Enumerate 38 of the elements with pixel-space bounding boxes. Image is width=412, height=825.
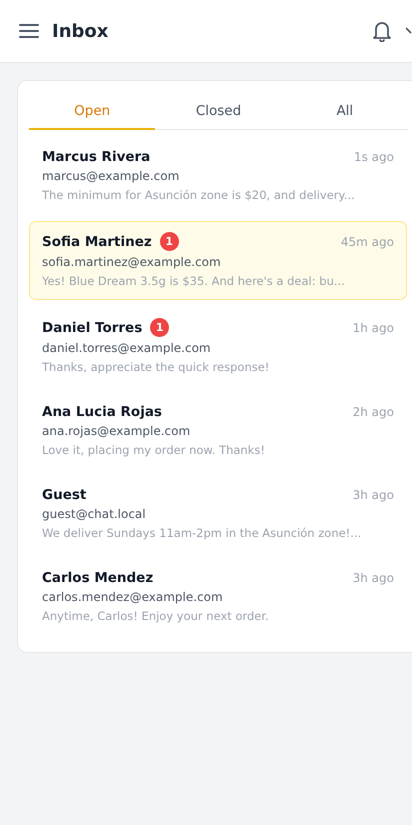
contact-email: carlos.mendez@example.com — [42, 590, 224, 604]
bell-icon[interactable] — [372, 20, 392, 42]
page-title: Inbox — [52, 20, 110, 42]
contact-email: sofia.martinez@example.com — [42, 255, 222, 269]
contact-name: Marcus Rivera — [42, 149, 150, 165]
message-preview: The minimum for Asunción zone is $20, and delivery... — [42, 188, 356, 202]
conversation-item[interactable]: Ana Lucia Rojas 2h ago ana.rojas@example.com Love it, placing my order now. Thanks! — [29, 393, 407, 469]
conversation-item[interactable]: Sofia Martinez 1 45m ago sofia.martinez@example.com Yes! Blue Dream 3.5g is $35. And here's a deal: bu... — [29, 221, 407, 300]
contact-name: Sofia Martinez — [42, 234, 152, 250]
contact-name: Guest — [42, 487, 86, 503]
timestamp: 3h ago — [352, 488, 394, 502]
conversation-item[interactable]: Daniel Torres 1 1h ago daniel.torres@example.com Thanks, appreciate the quick response! — [29, 307, 407, 386]
contact-email: ana.rojas@example.com — [42, 424, 192, 438]
timestamp: 1h ago — [352, 320, 394, 334]
tab[interactable]: Closed — [155, 93, 282, 130]
conversation-item[interactable]: Carlos Mendez 3h ago carlos.mendez@example.com Anytime, Carlos! Enjoy your next order. — [29, 559, 407, 635]
timestamp: 1s ago — [354, 150, 394, 164]
contact-name: Daniel Torres — [42, 320, 142, 336]
contact-email: marcus@example.com — [42, 169, 180, 183]
message-preview: Thanks, appreciate the quick response! — [42, 360, 270, 374]
timestamp: 3h ago — [352, 571, 394, 585]
message-preview: We deliver Sundays 11am-2pm in the Asunción zone!... — [42, 526, 362, 540]
chevron-icon[interactable] — [406, 27, 412, 35]
unread-count: 1 — [150, 318, 170, 337]
contact-name: Ana Lucia Rojas — [42, 404, 162, 420]
unread-count: 1 — [160, 232, 179, 251]
contact-email: daniel.torres@example.com — [42, 341, 212, 355]
timestamp: 45m ago — [340, 234, 394, 248]
menu-icon[interactable] — [19, 23, 39, 39]
message-preview: Love it, placing my order now. Thanks! — [42, 443, 266, 457]
contact-name: Carlos Mendez — [42, 570, 154, 586]
message-preview: Yes! Blue Dream 3.5g is $35. And here's a deal: bu... — [42, 274, 346, 288]
timestamp: 2h ago — [352, 405, 394, 419]
contact-email: guest@chat.local — [42, 507, 147, 521]
message-preview: Anytime, Carlos! Enjoy your next order. — [42, 609, 270, 623]
conversation-item[interactable]: Guest 3h ago guest@chat.local We deliver Sundays 11am-2pm in the Asunción zone!... — [29, 476, 407, 552]
conversation-item[interactable]: Marcus Rivera 1s ago marcus@example.com The minimum for Asunción zone is $20, and delivery... — [29, 138, 407, 214]
tab[interactable]: All — [282, 93, 408, 130]
